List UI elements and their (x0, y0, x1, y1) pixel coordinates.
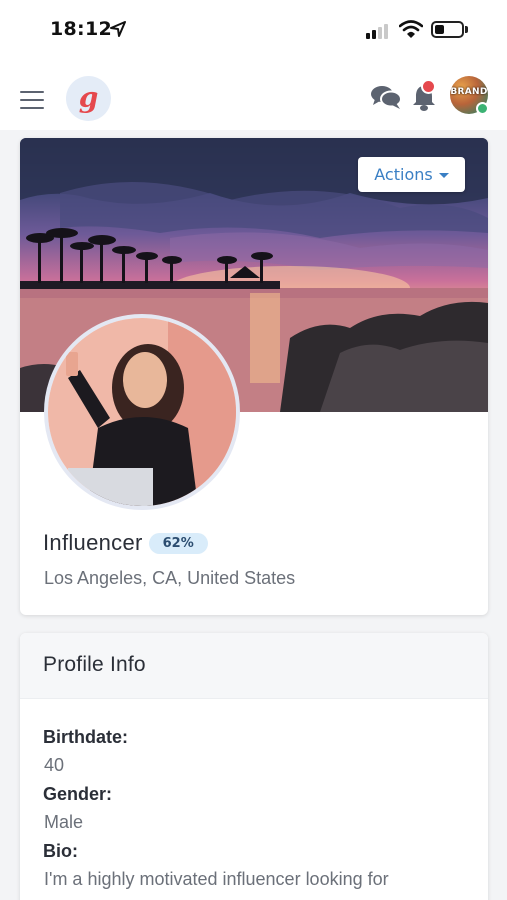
top-navbar: g BRAND (0, 60, 507, 130)
profile-info-card: Profile Info Birthdate: 40 Gender: Male … (20, 633, 488, 900)
avatar-brand-text: BRAND (450, 87, 488, 97)
actions-label: Actions (374, 165, 433, 184)
cellular-signal-icon (366, 23, 392, 39)
profile-info-title: Profile Info (43, 653, 146, 676)
profile-photo[interactable] (44, 314, 240, 510)
online-status-dot (476, 102, 489, 115)
status-time: 18:12 (50, 18, 112, 40)
bio-label: Bio: (43, 841, 78, 861)
status-bar: 18:12 (0, 0, 507, 60)
bio-value: I'm a highly motivated influencer lookin… (44, 869, 389, 889)
gender-label: Gender: (43, 784, 113, 804)
birthdate-label: Birthdate: (43, 727, 128, 747)
birthdate-value: 40 (44, 755, 65, 775)
battery-icon (431, 21, 464, 38)
profile-completion-badge: 62% (148, 532, 208, 554)
profile-location: Los Angeles, CA, United States (44, 568, 296, 588)
chat-bubbles-icon[interactable] (370, 84, 402, 110)
hamburger-menu-icon[interactable] (20, 91, 44, 109)
influencer-portrait (48, 318, 236, 506)
actions-dropdown-button[interactable]: Actions (358, 157, 465, 192)
logo-letter: g (78, 81, 99, 114)
notification-dot (421, 79, 436, 94)
profile-name-row: Influencer 62% (43, 530, 208, 560)
battery-level (435, 25, 444, 34)
location-arrow-icon (110, 21, 126, 37)
gender-value: Male (44, 812, 84, 832)
wifi-icon (399, 20, 423, 38)
profile-card: Actions Influencer 62% Los Angeles, CA, U… (20, 138, 488, 615)
battery-tip (465, 26, 468, 33)
profile-name: Influencer (43, 530, 143, 555)
profile-info-header: Profile Info (20, 633, 488, 699)
caret-down-icon (438, 173, 449, 178)
app-logo[interactable]: g (66, 76, 111, 121)
